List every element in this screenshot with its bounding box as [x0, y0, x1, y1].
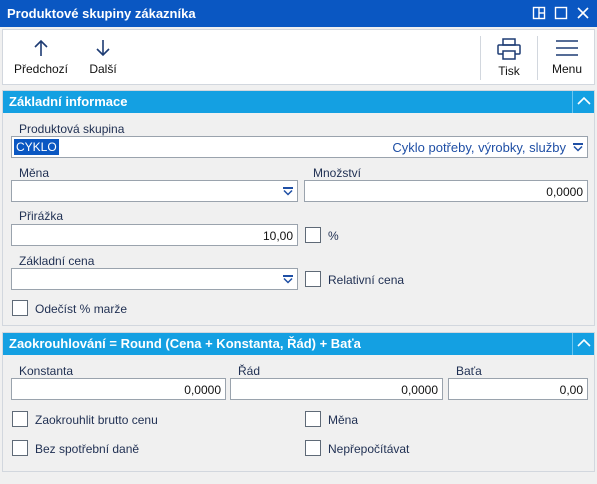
collapse-section-button[interactable] [572, 91, 594, 113]
quantity-field[interactable]: 0,0000 [304, 180, 588, 202]
rounding-section: Zaokrouhlování = Round (Cena + Konstanta… [2, 332, 595, 472]
restore-window-button[interactable] [530, 4, 548, 22]
rounding-title: Zaokrouhlování = Round (Cena + Konstanta… [9, 336, 361, 351]
quantity-value: 0,0000 [546, 185, 583, 199]
bata-field[interactable]: 0,00 [448, 378, 588, 400]
basic-info-title: Základní informace [9, 94, 128, 109]
currency-field[interactable] [11, 180, 298, 202]
next-label: Další [89, 62, 117, 76]
relative-price-checkbox[interactable] [305, 271, 321, 287]
restore-icon [532, 6, 546, 20]
order-field[interactable]: 0,0000 [230, 378, 443, 400]
dropdown-icon [283, 187, 293, 196]
hamburger-menu-icon [556, 40, 578, 56]
bata-value: 0,00 [559, 383, 583, 397]
product-group-field[interactable]: CYKLO Cyklo potřeby, výrobky, služby [11, 136, 588, 158]
subtract-margin-label: Odečíst % marže [35, 302, 128, 316]
base-price-field[interactable] [11, 268, 298, 290]
maximize-icon [554, 6, 568, 20]
order-label: Řád [238, 364, 261, 378]
collapse-section-button[interactable] [572, 333, 594, 355]
menu-button[interactable]: Menu [542, 30, 592, 84]
rounding-header[interactable]: Zaokrouhlování = Round (Cena + Konstanta… [3, 333, 594, 355]
round-gross-label: Zaokrouhlit brutto cenu [35, 413, 158, 427]
previous-button[interactable]: Předchozí [9, 30, 73, 84]
arrow-up-icon [34, 39, 48, 56]
print-button[interactable]: Tisk [485, 30, 533, 84]
percent-label: % [328, 229, 339, 243]
print-label: Tisk [498, 64, 520, 78]
product-group-label: Produktová skupina [19, 122, 125, 136]
currency-label: Měna [19, 166, 50, 180]
product-group-name: Cyklo potřeby, výrobky, služby [392, 140, 566, 155]
round-gross-checkbox[interactable] [12, 411, 28, 427]
close-icon [577, 7, 589, 19]
rounding-currency-checkbox[interactable] [305, 411, 321, 427]
printer-icon [497, 38, 521, 60]
markup-field[interactable]: 10,00 [11, 224, 298, 246]
markup-value: 10,00 [262, 229, 293, 243]
dropdown-icon [573, 143, 583, 152]
window-titlebar: Produktové skupiny zákazníka [0, 0, 597, 27]
markup-label: Přirážka [19, 209, 64, 223]
product-group-code: CYKLO [14, 139, 59, 155]
bata-label: Baťa [456, 364, 482, 378]
previous-label: Předchozí [13, 62, 69, 76]
constant-label: Konstanta [19, 364, 74, 378]
no-recalc-label: Nepřepočítávat [328, 442, 410, 456]
close-button[interactable] [574, 4, 592, 22]
percent-checkbox[interactable] [305, 227, 321, 243]
maximize-button[interactable] [552, 4, 570, 22]
order-value: 0,0000 [401, 383, 438, 397]
basic-info-header[interactable]: Základní informace [3, 91, 594, 113]
toolbar-separator [537, 36, 538, 80]
no-excise-label: Bez spotřební daně [35, 442, 140, 456]
basic-info-section: Základní informace Produktová skupina CY… [2, 90, 595, 326]
rounding-currency-label: Měna [328, 413, 359, 427]
menu-label: Menu [551, 62, 583, 76]
relative-price-label: Relativní cena [328, 273, 405, 287]
arrow-down-icon [96, 40, 110, 57]
no-recalc-checkbox[interactable] [305, 440, 321, 456]
subtract-margin-checkbox[interactable] [12, 300, 28, 316]
quantity-label: Množství [313, 166, 362, 180]
base-price-label: Základní cena [19, 254, 95, 268]
dropdown-icon [283, 275, 293, 284]
constant-field[interactable]: 0,0000 [11, 378, 226, 400]
constant-value: 0,0000 [184, 383, 221, 397]
chevron-up-icon [576, 338, 591, 347]
no-excise-checkbox[interactable] [12, 440, 28, 456]
toolbar-separator [480, 36, 481, 80]
next-button[interactable]: Další [81, 30, 125, 84]
chevron-up-icon [576, 96, 591, 105]
window-title: Produktové skupiny zákazníka [7, 6, 196, 21]
toolbar: Předchozí Další Tisk Menu [2, 29, 595, 85]
